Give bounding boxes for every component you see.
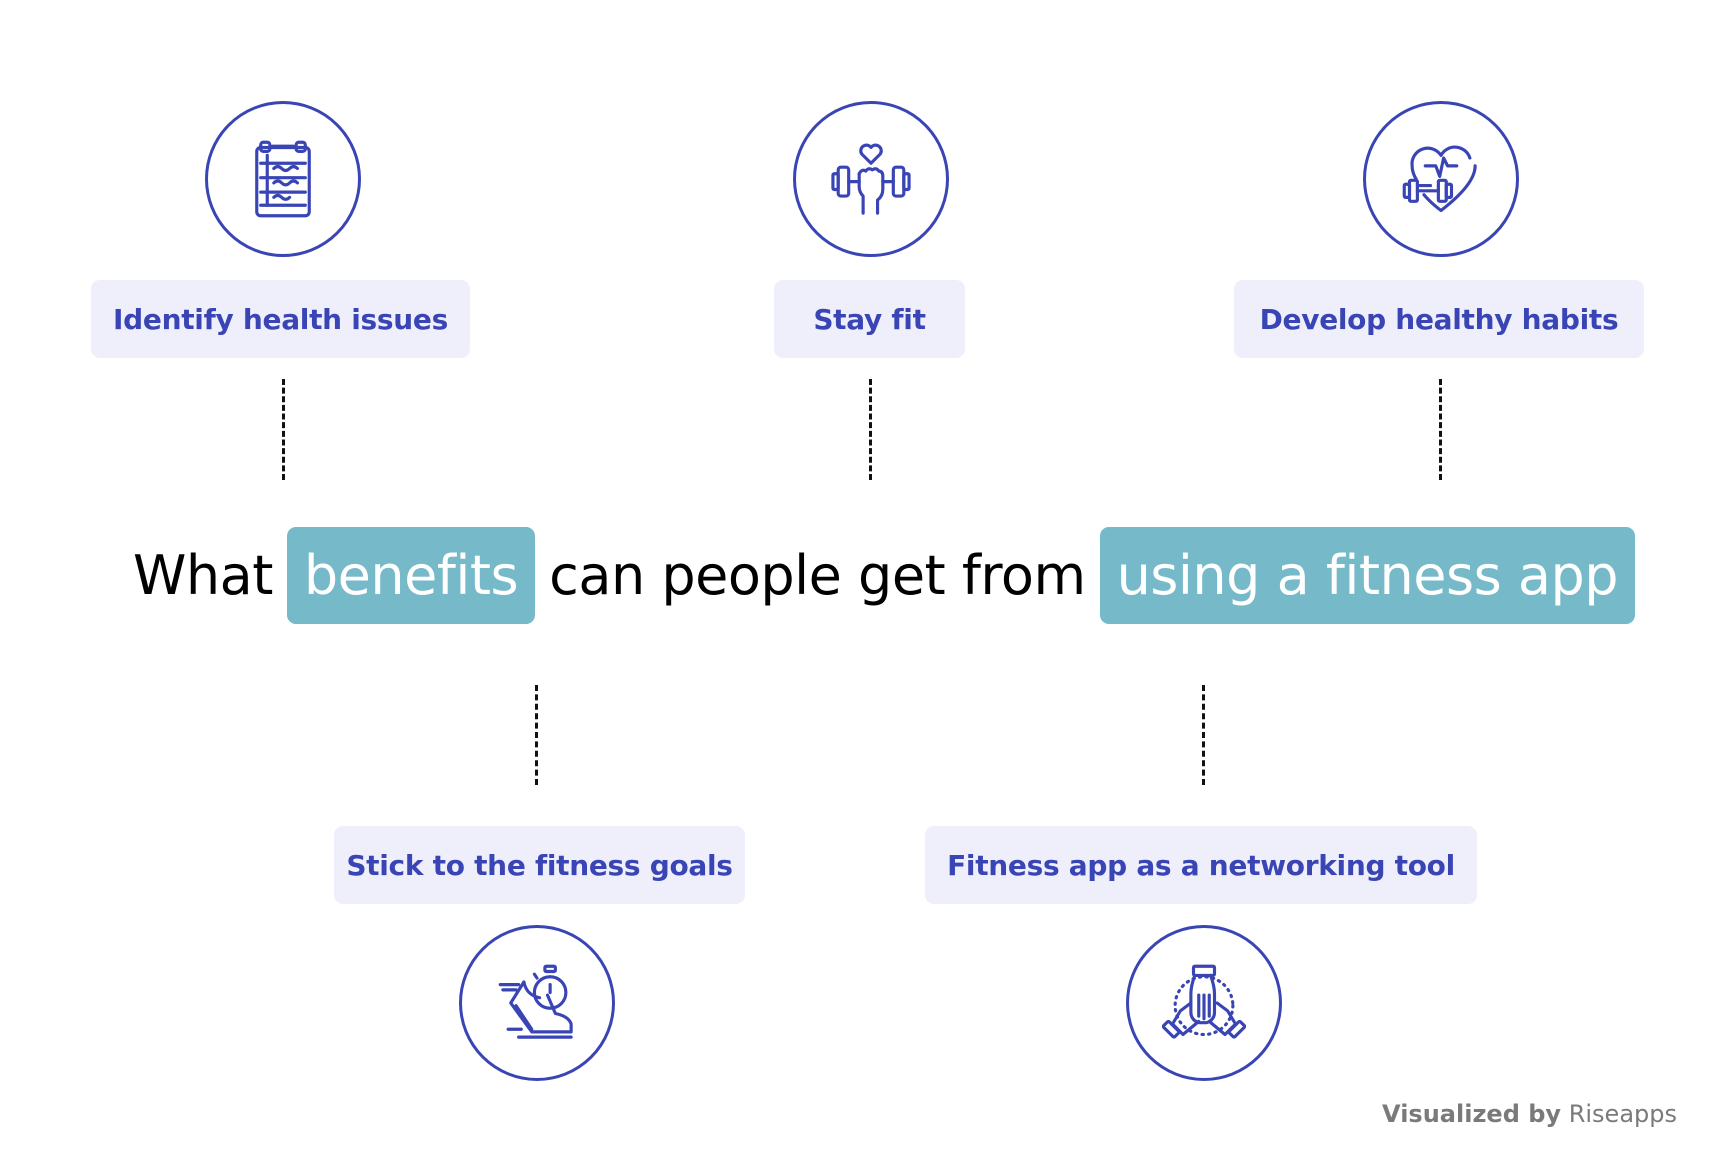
icon-circle-goals [459, 925, 615, 1081]
heart-dumbbell-icon [1402, 145, 1477, 213]
icon-circle-stay-fit [793, 101, 949, 257]
team-hands-icon [1162, 964, 1246, 1039]
clipboard-chart-icon [255, 140, 311, 218]
connector-identify [282, 379, 285, 480]
headline-highlight-benefits: benefits [286, 527, 536, 624]
footer-prefix: Visualized by [1382, 1100, 1562, 1128]
benefit-label-stay-fit: Stay fit [774, 280, 965, 358]
connector-habits [1439, 379, 1442, 480]
benefit-label-develop-healthy-habits: Develop healthy habits [1234, 280, 1644, 358]
headline-middle: can people get from [549, 544, 1086, 607]
benefit-label-identify-health-issues: Identify health issues [91, 280, 470, 358]
connector-networking [1202, 685, 1205, 785]
benefit-label-stick-to-goals: Stick to the fitness goals [334, 826, 745, 904]
footer-credit: Visualized by Riseapps [1382, 1100, 1677, 1128]
icon-circle-identify [205, 101, 361, 257]
icon-circle-networking [1126, 925, 1282, 1081]
footer-brand: Riseapps [1568, 1100, 1677, 1128]
connector-goals [535, 685, 538, 785]
running-shoe-stopwatch-icon [498, 964, 573, 1039]
headline: What benefits can people get from using … [133, 527, 1636, 624]
headline-what: What [133, 544, 273, 607]
connector-stay-fit [869, 379, 872, 480]
headline-highlight-fitness-app: using a fitness app [1099, 527, 1636, 624]
dumbbell-heart-icon [831, 143, 911, 215]
benefit-label-networking-tool: Fitness app as a networking tool [925, 826, 1477, 904]
icon-circle-habits [1363, 101, 1519, 257]
